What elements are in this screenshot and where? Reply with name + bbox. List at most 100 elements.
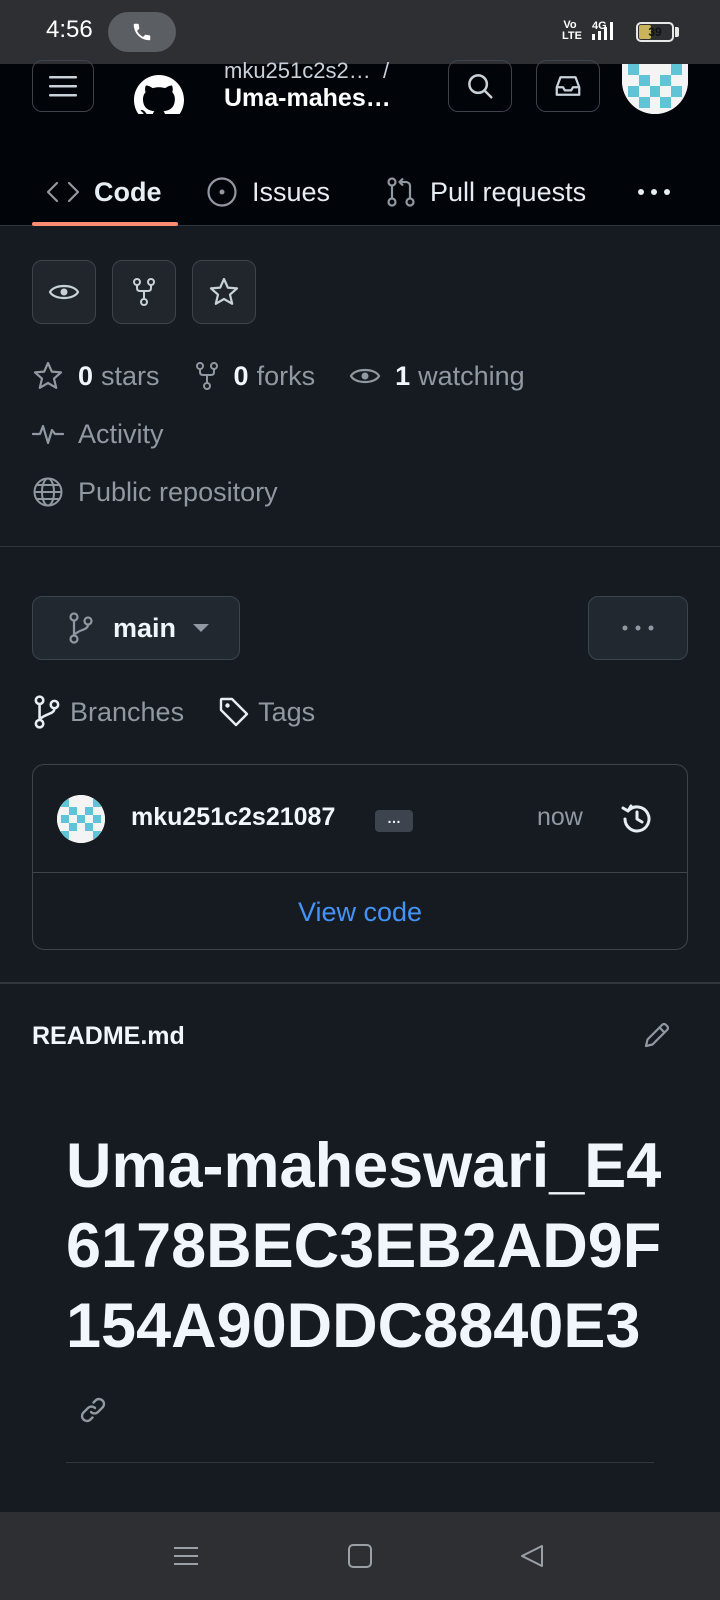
menu-lines-icon xyxy=(174,1547,198,1565)
github-logo-icon[interactable] xyxy=(126,64,192,114)
pull-request-icon xyxy=(387,177,415,207)
volte-indicator: Vo LTE xyxy=(562,19,582,42)
repo-title[interactable]: Uma-mahes… xyxy=(224,84,391,113)
forks-label: forks xyxy=(256,360,316,391)
stars-label: stars xyxy=(101,360,160,391)
pulse-icon xyxy=(32,424,64,445)
battery-icon: 39 xyxy=(636,22,674,42)
system-nav-bar xyxy=(0,1512,720,1600)
star-button[interactable] xyxy=(192,260,256,324)
home-button[interactable] xyxy=(338,1534,382,1578)
inbox-button[interactable] xyxy=(536,60,600,112)
tab-code-label: Code xyxy=(94,176,162,207)
forks-stat[interactable]: 0 forks xyxy=(194,360,316,392)
repo-owner-link[interactable]: mku251c2s2… / xyxy=(224,58,389,84)
heading-anchor-link[interactable] xyxy=(78,1395,108,1425)
heading-rule xyxy=(66,1462,654,1463)
fork-icon xyxy=(133,278,155,306)
status-bar: 4:56 Vo LTE 4G 39 xyxy=(0,0,720,64)
phone-icon xyxy=(133,23,151,41)
commit-message-expand[interactable]: … xyxy=(375,810,413,832)
caret-down-icon xyxy=(193,624,210,632)
watch-button[interactable] xyxy=(32,260,96,324)
battery-tip xyxy=(675,27,679,37)
tags-label: Tags xyxy=(258,696,316,727)
visibility-info: Public repository xyxy=(32,472,312,512)
forks-count: 0 xyxy=(233,360,249,391)
view-code-link[interactable]: View code xyxy=(33,873,687,951)
branch-icon xyxy=(34,695,60,729)
issue-icon xyxy=(207,177,237,207)
back-button[interactable] xyxy=(510,1534,554,1578)
history-button[interactable] xyxy=(619,801,655,837)
signal-icon: 4G xyxy=(590,18,626,42)
latest-commit-card: mku251c2s21087 … now View code xyxy=(32,764,688,950)
identicon-icon xyxy=(622,64,688,114)
tab-pull-requests-label: Pull requests xyxy=(430,176,587,207)
active-tab-indicator xyxy=(32,222,178,226)
repo-header: mku251c2s2… / Uma-mahes… Code Issues Pul… xyxy=(0,58,720,226)
branches-label: Branches xyxy=(70,696,185,727)
activity-link[interactable]: Activity xyxy=(32,414,198,454)
hamburger-icon xyxy=(49,76,77,97)
repo-owner: mku251c2s2… xyxy=(224,58,371,83)
menu-button[interactable] xyxy=(32,60,94,112)
star-icon xyxy=(209,277,239,305)
branch-name: main xyxy=(113,612,177,643)
tab-issues-label: Issues xyxy=(252,176,331,207)
inbox-icon xyxy=(555,76,581,96)
edit-readme-button[interactable] xyxy=(642,1020,672,1050)
branches-tags-row: Branches Tags xyxy=(32,692,349,732)
readme-filename: README.md xyxy=(32,1022,185,1050)
battery-level: 39 xyxy=(648,25,662,39)
commit-author-avatar[interactable] xyxy=(57,795,105,843)
watching-count: 1 xyxy=(395,360,411,391)
back-triangle-icon xyxy=(521,1545,543,1567)
repo-stats: 0 stars 0 forks 1 watching xyxy=(32,356,559,396)
fork-button[interactable] xyxy=(112,260,176,324)
search-button[interactable] xyxy=(448,60,512,112)
commit-time: now xyxy=(537,803,583,831)
stars-count: 0 xyxy=(78,360,94,391)
visibility-item: Public repository xyxy=(32,476,278,508)
tab-pull-requests[interactable]: Pull requests xyxy=(386,158,586,226)
star-icon xyxy=(33,361,63,389)
readme-heading-block: Uma-maheswari_E46178BEC3EB2AD9F154A90DDC… xyxy=(66,1126,666,1446)
activity-item: Activity xyxy=(32,419,164,450)
watching-label: watching xyxy=(418,360,525,391)
more-horizontal-icon xyxy=(622,625,654,631)
recent-apps-button[interactable] xyxy=(164,1534,208,1578)
square-icon xyxy=(348,1544,372,1568)
branch-selector[interactable]: main xyxy=(32,596,240,660)
readme-heading: Uma-maheswari_E46178BEC3EB2AD9F154A90DDC… xyxy=(66,1131,662,1361)
identicon-icon xyxy=(57,795,105,843)
more-horizontal-icon xyxy=(638,189,670,195)
link-icon xyxy=(80,1398,106,1423)
tag-icon xyxy=(219,697,249,727)
tags-link[interactable]: Tags xyxy=(218,696,315,728)
tabs-overflow-button[interactable] xyxy=(636,158,672,226)
commit-author[interactable]: mku251c2s21087 xyxy=(131,803,335,832)
fork-icon xyxy=(195,362,218,390)
path-separator: / xyxy=(382,58,390,83)
eye-icon xyxy=(349,368,381,384)
ongoing-call-pill[interactable] xyxy=(108,12,176,52)
more-actions-button[interactable] xyxy=(588,596,688,660)
visibility-label: Public repository xyxy=(78,476,278,507)
status-time: 4:56 xyxy=(46,16,93,43)
tab-issues[interactable]: Issues xyxy=(206,158,330,226)
history-icon xyxy=(621,804,651,833)
repo-tabs: Code Issues Pull requests xyxy=(0,158,720,226)
user-avatar[interactable] xyxy=(622,64,688,114)
tab-code[interactable]: Code xyxy=(46,158,162,226)
latest-commit-row[interactable]: mku251c2s21087 … now xyxy=(33,765,687,873)
branch-icon xyxy=(69,612,93,644)
search-icon xyxy=(468,74,493,99)
globe-icon xyxy=(33,477,63,507)
activity-label: Activity xyxy=(78,418,164,449)
branches-link[interactable]: Branches xyxy=(32,695,184,729)
section-divider xyxy=(0,546,720,547)
watching-stat[interactable]: 1 watching xyxy=(349,361,525,392)
stars-stat[interactable]: 0 stars xyxy=(32,360,160,392)
pencil-icon xyxy=(644,1022,670,1048)
